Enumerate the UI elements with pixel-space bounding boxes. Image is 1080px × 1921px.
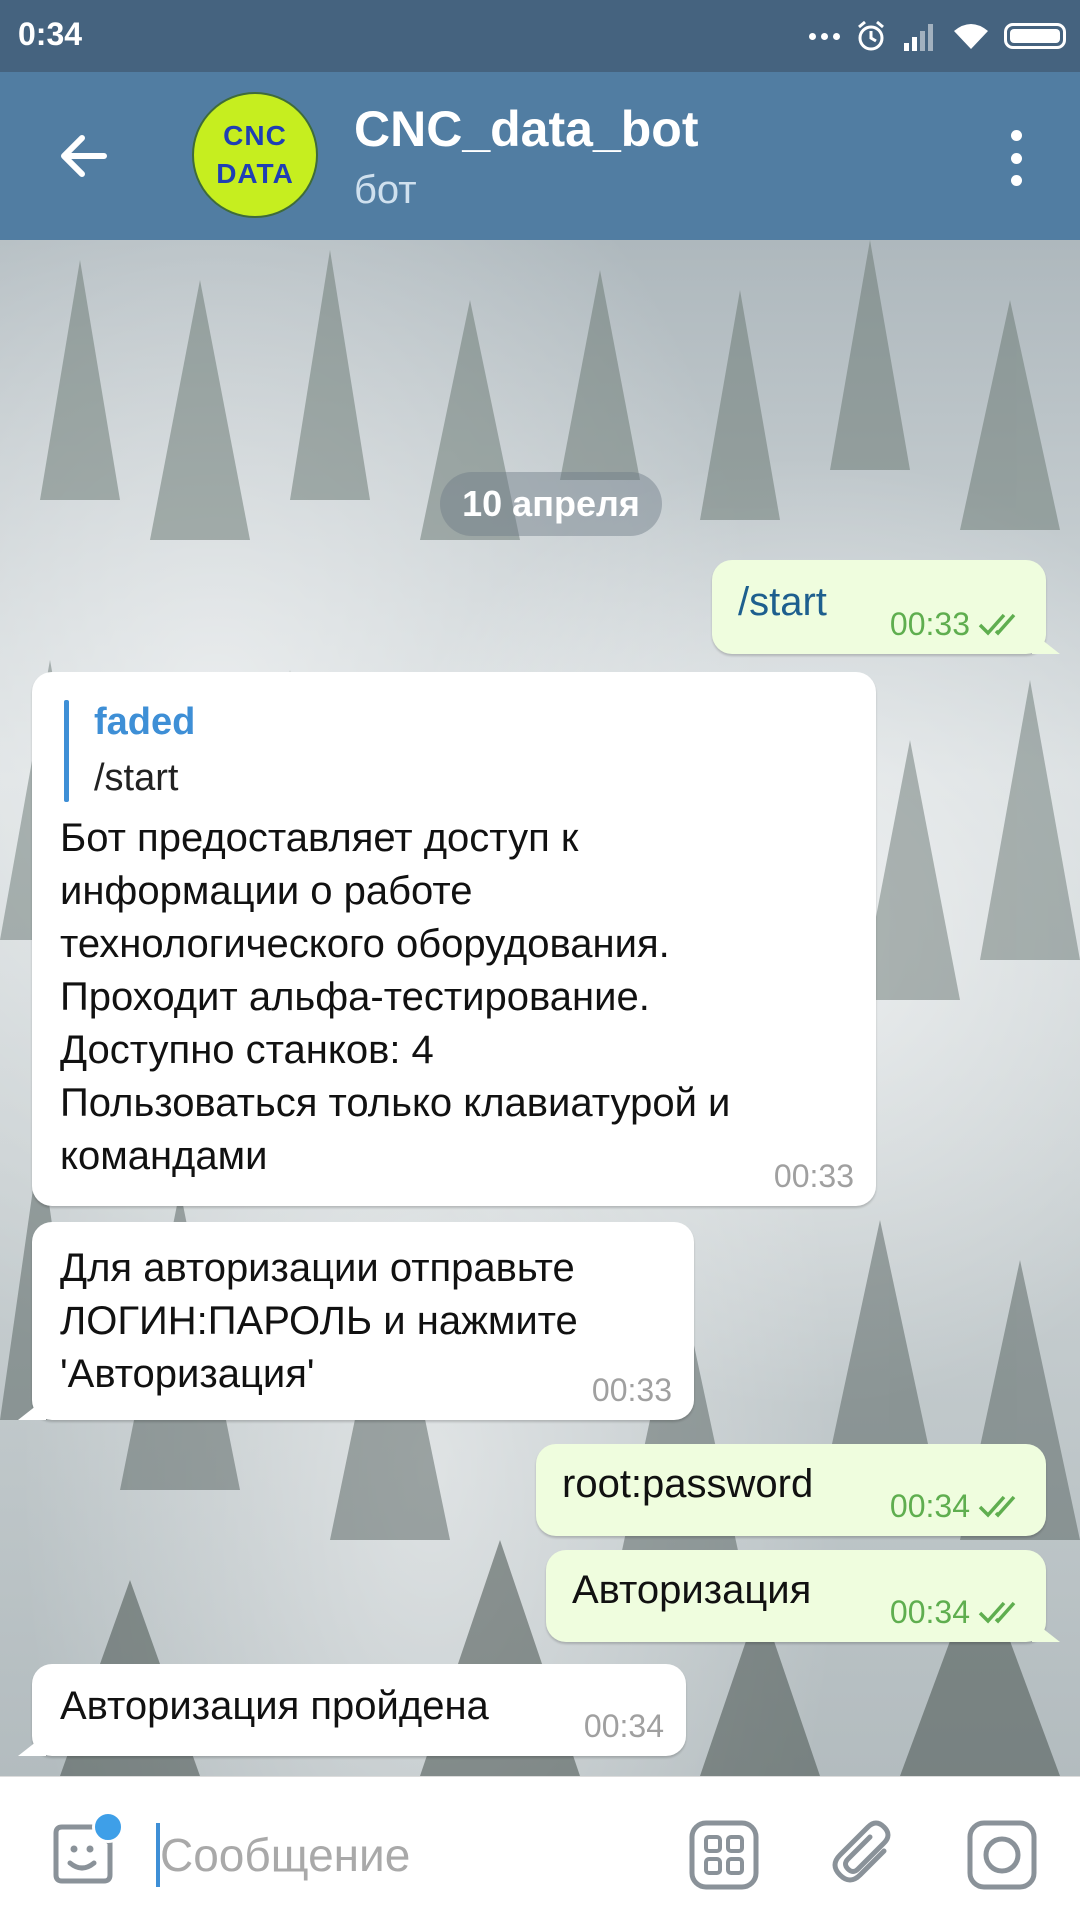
message-text: /start <box>738 580 827 624</box>
message-meta: 00:33 <box>890 608 1024 640</box>
status-icons <box>809 14 1066 58</box>
status-time: 0:34 <box>18 16 83 52</box>
keyboard-grid-icon[interactable] <box>686 1817 762 1893</box>
message-text: Для авторизации отправьте ЛОГИН:ПАРОЛЬ и… <box>60 1246 578 1396</box>
alarm-icon <box>858 20 884 51</box>
avatar-text-line1: CNC <box>223 120 287 151</box>
avatar-text-line2: DATA <box>216 158 294 189</box>
notification-dot <box>92 1811 124 1843</box>
message-text: Авторизация <box>572 1568 812 1612</box>
message-meta: 00:34 <box>890 1490 1024 1522</box>
signal-icon <box>904 24 933 51</box>
message-input-bar <box>0 1776 1080 1921</box>
message-text: Авторизация пройдена <box>60 1684 489 1728</box>
battery-icon <box>1004 23 1066 49</box>
message-outgoing[interactable]: /start 00:33 <box>712 560 1046 654</box>
chat-area[interactable]: 10 апреля /start 00:33 faded /start Бот … <box>0 240 1080 1776</box>
chat-subtitle: бот <box>354 168 417 212</box>
double-check-icon <box>978 613 1016 636</box>
message-outgoing[interactable]: root:password 00:34 <box>536 1444 1046 1536</box>
message-time: 00:34 <box>889 1488 970 1524</box>
paperclip-icon[interactable] <box>826 1817 902 1893</box>
message-meta: 00:34 <box>584 1710 664 1742</box>
message-text: Бот предоставляет доступ к информации о … <box>60 816 731 1178</box>
message-text: root:password <box>562 1462 814 1506</box>
message-incoming[interactable]: faded /start Бот предоставляет доступ к … <box>32 672 876 1206</box>
message-input[interactable] <box>160 1817 660 1893</box>
chat-header: CNC DATA CNC_data_bot бот <box>0 72 1080 240</box>
message-time: 00:33 <box>591 1372 672 1408</box>
message-meta: 00:33 <box>774 1160 854 1192</box>
message-time: 00:34 <box>889 1594 970 1630</box>
status-bar: 0:34 <box>0 0 1080 72</box>
double-check-icon <box>978 1495 1016 1518</box>
chat-title[interactable]: CNC_data_bot <box>354 100 698 158</box>
double-check-icon <box>978 1601 1016 1624</box>
message-incoming[interactable]: Авторизация пройдена 00:34 <box>32 1664 686 1756</box>
wifi-icon <box>954 24 988 49</box>
message-outgoing[interactable]: Авторизация 00:34 <box>546 1550 1046 1642</box>
more-vert-icon[interactable] <box>1006 130 1026 186</box>
camera-icon[interactable] <box>964 1817 1040 1893</box>
message-meta: 00:34 <box>890 1596 1024 1628</box>
reply-author[interactable]: faded <box>94 700 195 744</box>
reply-indicator <box>64 700 69 802</box>
reply-text[interactable]: /start <box>94 756 178 800</box>
back-arrow-icon[interactable] <box>52 124 116 188</box>
message-meta: 00:33 <box>592 1374 672 1406</box>
more-notifications-icon <box>809 32 840 40</box>
bot-avatar[interactable]: CNC DATA <box>192 92 318 218</box>
message-incoming[interactable]: Для авторизации отправьте ЛОГИН:ПАРОЛЬ и… <box>32 1222 694 1420</box>
message-time: 00:34 <box>583 1708 664 1744</box>
date-separator: 10 апреля <box>440 472 662 536</box>
message-time: 00:33 <box>889 606 970 642</box>
message-time: 00:33 <box>773 1158 854 1194</box>
